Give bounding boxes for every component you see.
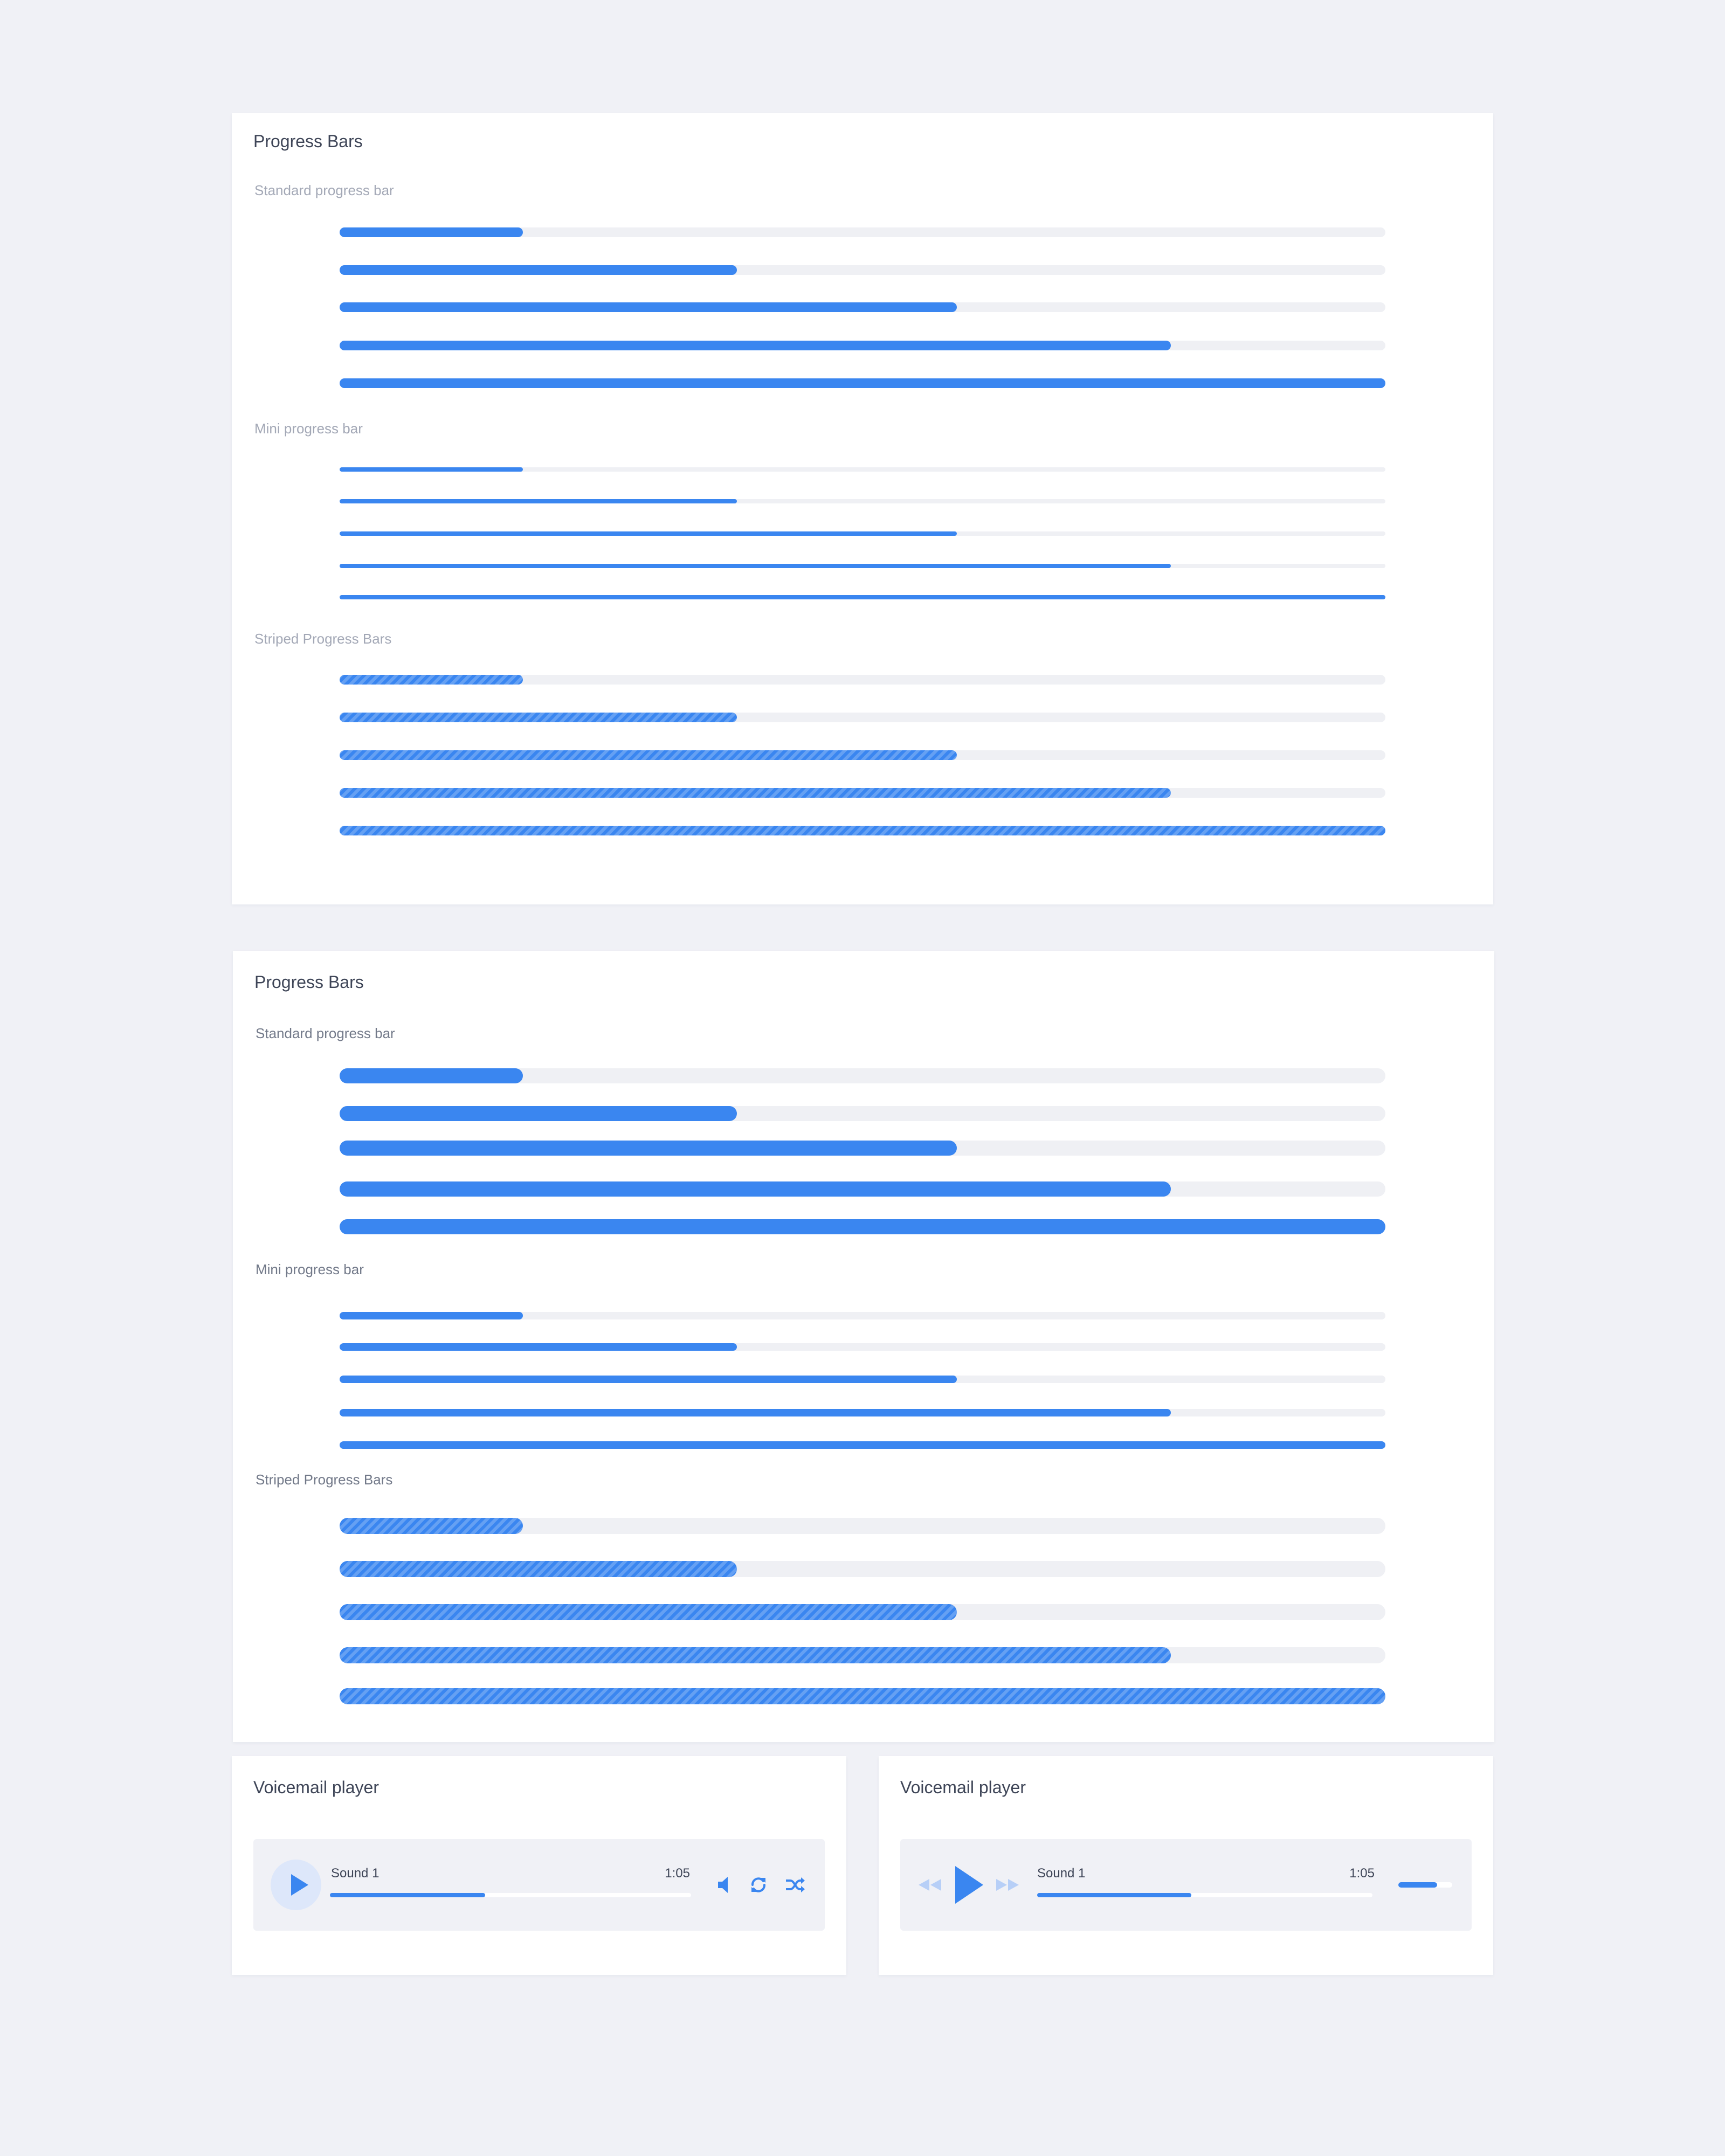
progress-track [340,531,1385,536]
volume-slider[interactable] [1398,1882,1452,1888]
progress-track [340,788,1385,798]
progress-fill [1037,1893,1192,1897]
progress-fill [340,1409,1171,1416]
progress-fill [340,531,957,536]
progress-fill [340,1647,1171,1663]
progress-track [340,564,1385,568]
progress-fill [340,341,1171,350]
sound-name: Sound 1 [1037,1866,1086,1881]
progress-fill [340,1141,957,1156]
play-button[interactable] [271,1860,321,1910]
progress-track [340,227,1385,237]
rewind-icon[interactable] [917,1878,943,1892]
progress-track [340,378,1385,388]
progress-fill [340,467,523,472]
progress-track [340,1181,1385,1197]
progress-fill [340,1068,523,1083]
progress-track [340,341,1385,350]
progress-fill [340,1441,1385,1449]
progress-fill [340,595,1385,599]
progress-fill [340,1604,957,1620]
progress-track [340,750,1385,760]
progress-track [340,265,1385,275]
standard-progress-label: Standard progress bar [254,182,394,198]
progress-fill [340,378,1385,388]
card-title: Voicemail player [900,1778,1026,1797]
progress-track [340,1343,1385,1351]
progress-track [340,1441,1385,1449]
progress-fill [340,1688,1385,1704]
sound-duration: 1:05 [1349,1866,1375,1881]
card-title: Progress Bars [254,972,364,992]
voicemail-player: Sound 1 1:05 [900,1839,1472,1931]
progress-track [340,1409,1385,1416]
progress-bars-card-2: Progress Bars Standard progress bar Mini… [233,951,1494,1742]
playback-progress[interactable] [330,1893,691,1897]
card-title: Voicemail player [253,1778,379,1797]
mini-progress-label: Mini progress bar [254,420,363,437]
progress-fill [340,750,957,760]
progress-track [340,595,1385,599]
progress-fill [340,713,737,722]
progress-track [340,1312,1385,1319]
repeat-icon[interactable] [748,1875,769,1895]
progress-track [340,1518,1385,1534]
progress-fill [340,265,737,275]
progress-fill [340,302,957,312]
progress-fill [340,499,737,503]
progress-track [340,499,1385,503]
progress-track [340,302,1385,312]
card-title: Progress Bars [253,132,363,151]
progress-track [340,713,1385,722]
sound-name: Sound 1 [331,1866,380,1881]
progress-fill [340,1312,523,1319]
progress-fill [340,1181,1171,1197]
progress-track [340,675,1385,685]
fast-forward-icon[interactable] [994,1878,1020,1892]
shuffle-icon[interactable] [785,1877,805,1893]
voicemail-player: Sound 1 1:05 [253,1839,825,1931]
progress-track [340,1106,1385,1121]
voicemail-player-card-1: Voicemail player Sound 1 1:05 [232,1756,846,1975]
progress-fill [340,227,523,237]
progress-fill [340,675,523,685]
progress-fill [340,1219,1385,1234]
progress-fill [340,564,1171,568]
playback-progress[interactable] [1037,1893,1372,1897]
striped-progress-label: Striped Progress Bars [254,631,392,647]
progress-fill [340,826,1385,835]
play-icon [291,1874,308,1896]
progress-track [340,1376,1385,1383]
mini-progress-label: Mini progress bar [256,1261,364,1277]
progress-bars-card-1: Progress Bars Standard progress bar Mini… [232,113,1493,904]
progress-track [340,826,1385,835]
sound-duration: 1:05 [665,1866,690,1881]
progress-fill [340,1106,737,1121]
progress-fill [1398,1882,1437,1888]
progress-track [340,1647,1385,1663]
progress-track [340,1141,1385,1156]
progress-track [340,1688,1385,1704]
standard-progress-label: Standard progress bar [256,1025,395,1041]
progress-fill [340,1343,737,1351]
progress-fill [330,1893,486,1897]
play-icon[interactable] [955,1866,983,1904]
progress-track [340,1561,1385,1577]
striped-progress-label: Striped Progress Bars [256,1471,393,1488]
progress-fill [340,1376,957,1383]
voicemail-player-card-2: Voicemail player Sound 1 1:05 [879,1756,1493,1975]
progress-track [340,1604,1385,1620]
progress-fill [340,1561,737,1577]
progress-track [340,1068,1385,1083]
volume-icon[interactable] [717,1876,733,1894]
progress-track [340,467,1385,472]
progress-track [340,1219,1385,1234]
progress-fill [340,788,1171,798]
progress-fill [340,1518,523,1534]
